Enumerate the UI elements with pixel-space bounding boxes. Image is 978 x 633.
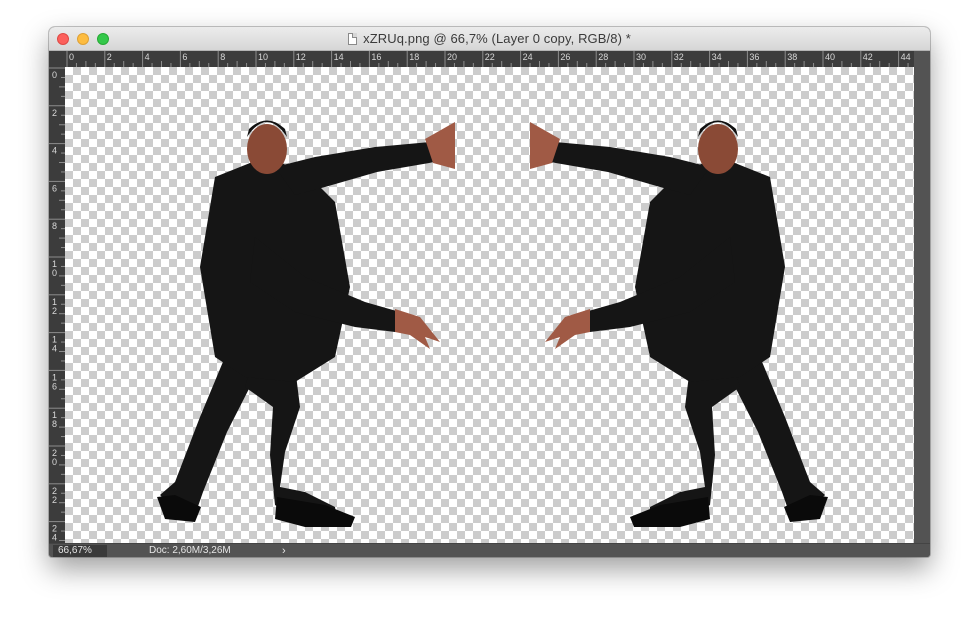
ruler-label: 6 [182, 52, 187, 62]
ruler-label: 0 [52, 70, 57, 80]
ruler-label: 26 [560, 52, 570, 62]
ruler-label: 12 [296, 52, 306, 62]
status-menu-arrow-icon[interactable]: › [282, 545, 286, 557]
ruler-label: 4 [145, 52, 150, 62]
ruler-label: 0 [52, 268, 57, 278]
document-icon [348, 32, 358, 45]
document-size-info[interactable]: Doc: 2,60M/3,26M [149, 545, 231, 557]
ruler-label: 18 [409, 52, 419, 62]
ruler-label: 22 [485, 52, 495, 62]
upper-arm [550, 142, 710, 195]
person-right-layer [530, 120, 828, 527]
ruler-label: 14 [334, 52, 344, 62]
ruler-label: 6 [52, 183, 57, 193]
head [247, 124, 287, 174]
vertical-ruler[interactable]: 024681012141618202224 [49, 67, 65, 543]
ruler-label: 4 [52, 146, 57, 156]
left-leg [730, 357, 825, 515]
ruler-label: 38 [787, 52, 797, 62]
ruler-label: 2 [52, 306, 57, 316]
ruler-label: 20 [447, 52, 457, 62]
ruler-label: 6 [52, 381, 57, 391]
document-canvas[interactable] [65, 67, 914, 543]
ruler-label: 10 [258, 52, 268, 62]
title-bar[interactable]: xZRUq.png @ 66,7% (Layer 0 copy, RGB/8) … [49, 27, 930, 51]
horizontal-ruler[interactable]: 0 2 4 6 8 10 12 14 16 18 20 22 24 26 28 30 32 34 36 38 40 42 4… [65, 51, 914, 67]
ruler-origin[interactable] [49, 51, 65, 67]
hand-lower [395, 309, 440, 349]
vertical-ruler-ticks: 024681012141618202224 [49, 67, 65, 543]
hand-lower [545, 309, 590, 349]
ruler-label: 30 [636, 52, 646, 62]
ruler-label: 42 [863, 52, 873, 62]
ruler-label: 16 [371, 52, 381, 62]
ruler-label: 40 [825, 52, 835, 62]
zoom-level-field[interactable]: 66,67% [53, 545, 107, 557]
ruler-label: 32 [674, 52, 684, 62]
head [698, 124, 738, 174]
horizontal-ruler-ticks: 0 2 4 6 8 10 12 14 16 18 20 22 24 26 28 30 32 34 36 38 40 42 4… [66, 51, 911, 67]
ruler-label: 4 [52, 533, 57, 543]
vertical-scroll-area[interactable] [914, 51, 930, 543]
ruler-label: 8 [220, 52, 225, 62]
ruler-label: 2 [52, 495, 57, 505]
ruler-label: 28 [598, 52, 608, 62]
ruler-label: 36 [749, 52, 759, 62]
ruler-label: 8 [52, 419, 57, 429]
left-leg [160, 357, 255, 515]
ruler-label: 2 [52, 108, 57, 118]
ruler-label: 8 [52, 221, 57, 231]
ruler-label: 4 [52, 344, 57, 354]
title-group: xZRUq.png @ 66,7% (Layer 0 copy, RGB/8) … [49, 27, 930, 50]
ruler-label: 34 [712, 52, 722, 62]
upper-arm [275, 142, 435, 195]
ruler-label: 24 [523, 52, 533, 62]
ruler-label: 2 [107, 52, 112, 62]
status-bar: 66,67% Doc: 2,60M/3,26M › [49, 543, 930, 557]
ruler-label: 44 [901, 52, 911, 62]
photoshop-document-window: xZRUq.png @ 66,7% (Layer 0 copy, RGB/8) … [49, 27, 930, 557]
person-left-layer [157, 120, 455, 527]
ruler-label: 0 [52, 457, 57, 467]
ruler-label: 0 [69, 52, 74, 62]
window-title: xZRUq.png @ 66,7% (Layer 0 copy, RGB/8) … [363, 31, 631, 46]
